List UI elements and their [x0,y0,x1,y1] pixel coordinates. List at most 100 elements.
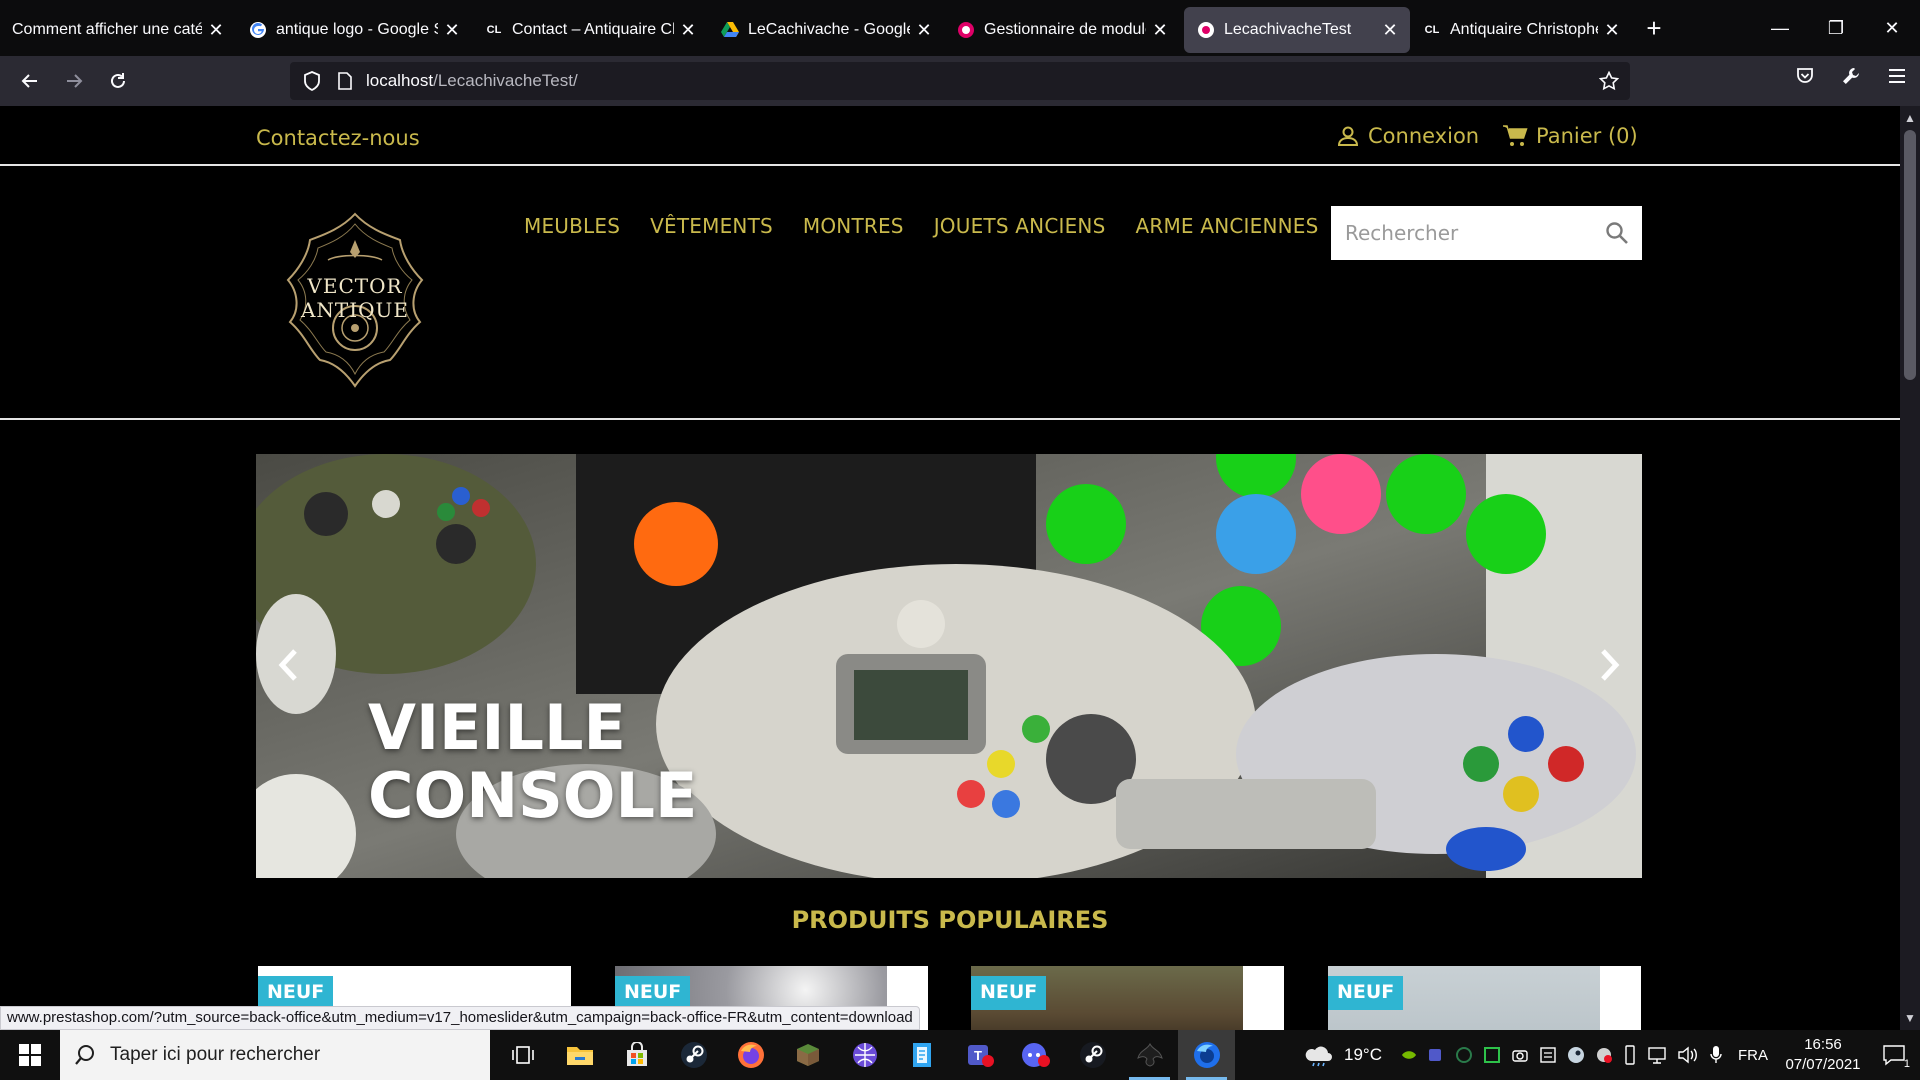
firefox-developer-icon[interactable] [1178,1030,1235,1080]
top-navigation: Contactez-nous Connexion Panier (0) [0,106,1900,166]
menu-item-vetements[interactable]: VÊTEMENTS [650,214,773,238]
new-tab-button[interactable]: + [1632,6,1676,50]
menu-item-jouets-anciens[interactable]: JOUETS ANCIENS [934,214,1106,238]
toolbar-right [1782,56,1920,106]
minimize-icon[interactable]: — [1752,0,1808,56]
weather-icon[interactable] [1299,1030,1339,1080]
pocket-icon[interactable] [1782,56,1828,96]
close-icon[interactable]: ✕ [678,20,698,40]
taskbar-search[interactable]: Taper ici pour rechercher [60,1030,490,1080]
search-icon [75,1045,94,1065]
tab-title: Comment afficher une catég [12,21,202,38]
product-card[interactable]: NEUF [971,966,1284,1030]
menu-item-montres[interactable]: MONTRES [803,214,904,238]
product-card[interactable]: NEUF [1328,966,1641,1030]
url-text: localhost/LecachivacheTest/ [366,71,578,91]
close-icon[interactable]: ✕ [1602,20,1622,40]
new-badge: NEUF [615,976,691,1010]
scroll-up-arrow-icon[interactable]: ▲ [1900,108,1920,128]
teams-icon[interactable]: T [950,1030,1007,1080]
close-window-icon[interactable]: ✕ [1864,0,1920,56]
menu-item-meubles[interactable]: MEUBLES [524,214,620,238]
file-explorer-icon[interactable] [551,1030,608,1080]
windows-start-icon[interactable] [0,1030,60,1080]
notifications-icon[interactable]: 1 [1868,1030,1920,1080]
tab-title: LecachivacheTest [1224,21,1352,38]
svg-text:T: T [974,1048,982,1063]
tab-antiquaire-christophe[interactable]: CL Antiquaire Christophe La ✕ [1410,7,1632,53]
cart-link[interactable]: Panier (0) [1502,124,1638,148]
home-slider[interactable]: VIEILLE CONSOLE [256,454,1642,878]
square-app-icon[interactable] [1478,1030,1506,1080]
tab-antique-logo[interactable]: antique logo - Google Se ✕ [236,7,472,53]
hamburger-menu-icon[interactable] [1874,56,1920,96]
network-icon[interactable] [1642,1030,1672,1080]
search-input[interactable] [1331,206,1591,260]
phoenix-app-icon[interactable] [1121,1030,1178,1080]
url-host: localhost [366,71,434,90]
slider-next-arrow-icon[interactable] [1590,640,1630,690]
search-icon[interactable] [1604,220,1630,246]
page-icon[interactable] [330,72,360,90]
discord-icon[interactable] [1007,1030,1064,1080]
login-link[interactable]: Connexion [1336,124,1479,148]
minecraft-icon[interactable] [779,1030,836,1080]
volume-icon[interactable] [1672,1030,1704,1080]
back-arrow-icon[interactable] [8,61,52,101]
wrench-icon[interactable] [1828,56,1874,96]
ime-icon[interactable] [1534,1030,1562,1080]
bookmark-star-icon[interactable] [1596,68,1622,94]
close-icon[interactable]: ✕ [1380,20,1400,40]
scrollbar-thumb[interactable] [1904,130,1916,380]
menu-item-arme-anciennes[interactable]: ARME ANCIENNES [1136,214,1319,238]
steam-icon[interactable] [665,1030,722,1080]
weather-temperature[interactable]: 19°C [1339,1030,1396,1080]
steam-icon[interactable] [1064,1030,1121,1080]
microphone-icon[interactable] [1704,1030,1728,1080]
usb-icon[interactable] [1618,1030,1642,1080]
nvidia-icon[interactable] [1396,1030,1422,1080]
restore-icon[interactable]: ❐ [1808,0,1864,56]
tab-title: LeCachivache - Google D [748,21,910,38]
clock[interactable]: 16:56 07/07/2021 [1778,1035,1868,1075]
firefox-icon[interactable] [722,1030,779,1080]
window-controls: — ❐ ✕ [1752,0,1920,56]
forward-arrow-icon[interactable] [52,61,96,101]
microsoft-store-icon[interactable] [608,1030,665,1080]
web-page: Contactez-nous Connexion Panier (0) VECT… [0,106,1900,1030]
slide-caption-line: CONSOLE [368,759,698,832]
tab-comment-afficher[interactable]: Comment afficher une catég ✕ [0,7,236,53]
input-language[interactable]: FRA [1728,1030,1778,1080]
tab-contact-antiquaire[interactable]: CL Contact – Antiquaire Chr ✕ [472,7,708,53]
cl-monogram-icon: CL [1424,24,1440,36]
shield-icon[interactable] [294,71,330,91]
site-logo[interactable]: VECTOR ANTIQUE [280,210,430,390]
system-tray: 19°C FRA 16:56 07/07/2021 1 [1299,1030,1920,1080]
scroll-down-arrow-icon[interactable]: ▼ [1900,1008,1920,1028]
notebook-app-icon[interactable] [893,1030,950,1080]
clock-time: 16:56 [1804,1036,1842,1053]
steam-tray-icon[interactable] [1562,1030,1590,1080]
discord-tray-icon[interactable] [1590,1030,1618,1080]
search-widget [1331,206,1642,260]
contact-link[interactable]: Contactez-nous [256,126,420,150]
login-label: Connexion [1368,124,1480,148]
reload-icon[interactable] [96,61,140,101]
tab-strip: Comment afficher une catég ✕ antique log… [0,0,1920,56]
tab-gestionnaire-modules[interactable]: Gestionnaire de modules ✕ [944,7,1180,53]
camera-icon[interactable] [1506,1030,1534,1080]
address-bar[interactable]: localhost/LecachivacheTest/ [290,62,1630,100]
circle-app-icon[interactable] [1450,1030,1478,1080]
close-icon[interactable]: ✕ [1150,20,1170,40]
slider-prev-arrow-icon[interactable] [268,640,308,690]
app-launcher-icon[interactable] [836,1030,893,1080]
task-view-icon[interactable] [494,1030,551,1080]
page-scrollbar[interactable]: ▲ ▼ [1900,106,1920,1030]
close-icon[interactable]: ✕ [914,20,934,40]
tab-lecachivache-drive[interactable]: LeCachivache - Google D ✕ [708,7,944,53]
tab-lecachivachetest[interactable]: LecachivacheTest ✕ [1184,7,1410,53]
main-menu: MEUBLES VÊTEMENTS MONTRES JOUETS ANCIENS… [524,214,1349,238]
close-icon[interactable]: ✕ [442,20,462,40]
close-icon[interactable]: ✕ [206,20,226,40]
teams-tray-icon[interactable] [1422,1030,1450,1080]
